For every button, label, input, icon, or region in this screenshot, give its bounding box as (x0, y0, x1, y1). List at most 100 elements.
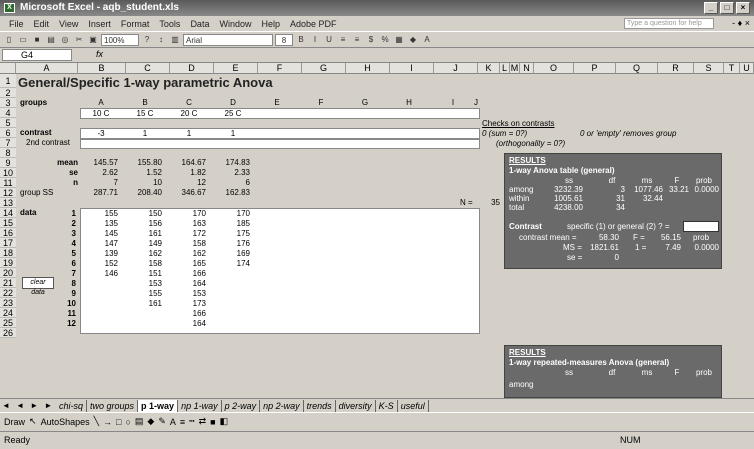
arrow-icon[interactable]: → (103, 417, 112, 427)
align-center-icon[interactable]: ≡ (351, 34, 363, 46)
row-header[interactable]: 5 (0, 118, 16, 128)
line-icon[interactable]: ╲ (94, 416, 99, 427)
row-header[interactable]: 17 (0, 238, 16, 248)
rectangle-icon[interactable]: □ (116, 417, 121, 427)
row-header[interactable]: 26 (0, 328, 16, 338)
data-cell[interactable]: 146 (80, 269, 118, 279)
data-cell[interactable]: 185 (212, 219, 250, 229)
column-header[interactable]: Q (616, 63, 658, 74)
tab-np-2-way[interactable]: np 2-way (260, 399, 304, 412)
row-header[interactable]: 6 (0, 128, 16, 138)
print-icon[interactable]: ▤ (45, 34, 57, 46)
tab-np-1-way[interactable]: np 1-way (178, 399, 222, 412)
help-icon[interactable]: ? (141, 34, 153, 46)
data-cell[interactable]: 153 (124, 279, 162, 289)
data-cell[interactable]: 161 (124, 229, 162, 239)
menu-data[interactable]: Data (185, 19, 214, 29)
row-header[interactable]: 21 (0, 278, 16, 288)
row-header[interactable]: 1 (0, 74, 16, 88)
row-header[interactable]: 15 (0, 218, 16, 228)
tab-k-s[interactable]: K-S (376, 399, 398, 412)
tab-diversity[interactable]: diversity (336, 399, 376, 412)
fill-color-icon[interactable]: ◆ (147, 416, 154, 427)
row-header[interactable]: 8 (0, 148, 16, 158)
row-header[interactable]: 10 (0, 168, 16, 178)
group-name[interactable]: 20 C (174, 109, 204, 119)
find-icon[interactable]: ◎ (59, 34, 71, 46)
row-header[interactable]: 2 (0, 88, 16, 98)
data-cell[interactable]: 151 (124, 269, 162, 279)
data-cell[interactable]: 175 (212, 229, 250, 239)
menu-adobe-pdf[interactable]: Adobe PDF (285, 19, 342, 29)
fill-color-icon[interactable]: ◆ (407, 34, 419, 46)
column-header[interactable]: P (574, 63, 616, 74)
italic-icon[interactable]: I (309, 34, 321, 46)
group-name[interactable]: 15 C (130, 109, 160, 119)
data-cell[interactable]: 170 (168, 209, 206, 219)
row-header[interactable]: 9 (0, 158, 16, 168)
percent-icon[interactable]: % (379, 34, 391, 46)
column-header[interactable]: D (170, 63, 214, 74)
data-cell[interactable]: 135 (80, 219, 118, 229)
textbox-icon[interactable]: ▤ (135, 416, 144, 427)
document-controls[interactable]: - ♦ × (732, 18, 750, 28)
column-header[interactable]: U (740, 63, 754, 74)
draw-menu[interactable]: Draw (4, 417, 25, 427)
contrast2-row[interactable] (80, 139, 480, 149)
row-header[interactable]: 16 (0, 228, 16, 238)
select-pointer-icon[interactable]: ↖ (29, 416, 37, 427)
column-header[interactable]: E (214, 63, 258, 74)
shadow-icon[interactable]: ■ (210, 417, 215, 427)
data-cell[interactable]: 158 (124, 259, 162, 269)
currency-icon[interactable]: $ (365, 34, 377, 46)
data-cell[interactable]: 162 (124, 249, 162, 259)
column-header[interactable]: T (724, 63, 740, 74)
data-cell[interactable]: 164 (168, 279, 206, 289)
menu-insert[interactable]: Insert (83, 19, 116, 29)
row-header[interactable]: 7 (0, 138, 16, 148)
data-cell[interactable]: 158 (168, 239, 206, 249)
data-cell[interactable]: 163 (168, 219, 206, 229)
data-cell[interactable]: 156 (124, 219, 162, 229)
contrast-value[interactable]: 1 (218, 129, 248, 139)
column-header[interactable]: J (434, 63, 478, 74)
data-cell[interactable]: 165 (168, 259, 206, 269)
data-cell[interactable]: 149 (124, 239, 162, 249)
data-cell[interactable]: 166 (168, 269, 206, 279)
new-icon[interactable]: ▯ (3, 34, 15, 46)
column-header[interactable]: S (694, 63, 724, 74)
data-cell[interactable]: 164 (168, 319, 206, 329)
underline-icon[interactable]: U (323, 34, 335, 46)
row-header[interactable]: 13 (0, 198, 16, 208)
zoom-select[interactable]: 100% (101, 33, 139, 46)
column-header[interactable]: G (302, 63, 346, 74)
font-color-icon[interactable]: A (421, 34, 433, 46)
menu-tools[interactable]: Tools (154, 19, 185, 29)
column-header[interactable]: M (510, 63, 520, 74)
tab-scroll-buttons[interactable]: ◄ ◄ ► ► (0, 401, 56, 410)
contrast-value[interactable]: 1 (130, 129, 160, 139)
contrast-value[interactable]: -3 (86, 129, 116, 139)
data-cell[interactable]: 150 (124, 209, 162, 219)
tab-useful[interactable]: useful (398, 399, 429, 412)
data-cell[interactable] (212, 269, 250, 279)
borders-icon[interactable]: ▦ (393, 34, 405, 46)
column-header[interactable]: N (520, 63, 534, 74)
menu-file[interactable]: File (4, 19, 29, 29)
align-left-icon[interactable]: ≡ (337, 34, 349, 46)
data-cell[interactable]: 147 (80, 239, 118, 249)
row-header[interactable]: 22 (0, 288, 16, 298)
tab-p-2-way[interactable]: p 2-way (222, 399, 261, 412)
row-header[interactable]: 18 (0, 248, 16, 258)
close-button[interactable]: × (736, 2, 750, 14)
column-header[interactable]: C (126, 63, 170, 74)
minimize-button[interactable]: _ (704, 2, 718, 14)
data-cell[interactable]: 155 (80, 209, 118, 219)
row-header[interactable]: 20 (0, 268, 16, 278)
row-header[interactable]: 25 (0, 318, 16, 328)
data-cell[interactable]: 145 (80, 229, 118, 239)
column-header[interactable]: O (534, 63, 574, 74)
data-cell[interactable]: 152 (80, 259, 118, 269)
column-header[interactable]: L (500, 63, 510, 74)
oval-icon[interactable]: ○ (125, 417, 130, 427)
